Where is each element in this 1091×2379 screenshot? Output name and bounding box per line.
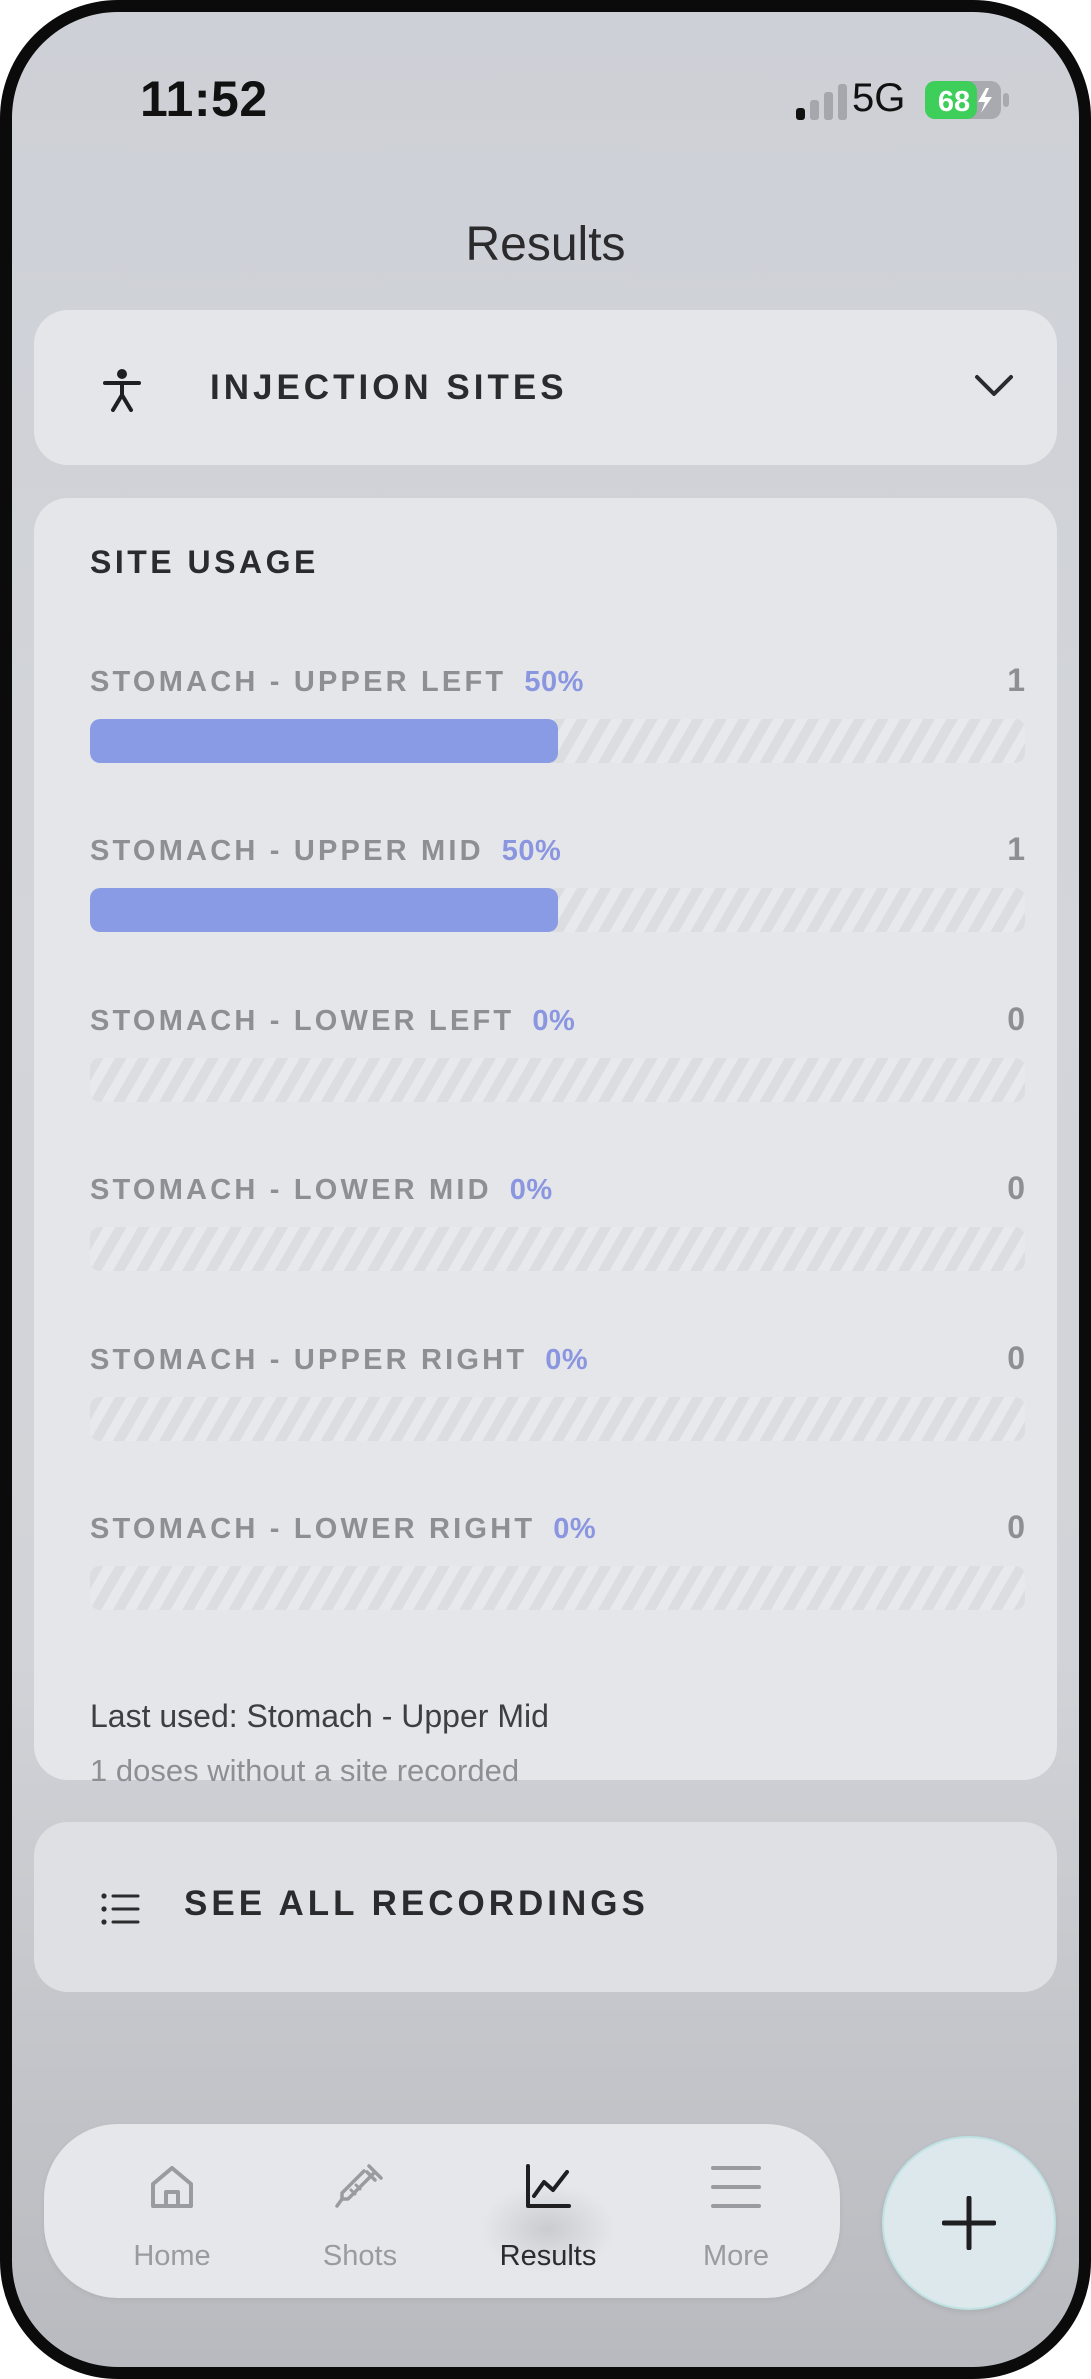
- site-usage-bar-fill: [90, 888, 558, 932]
- injection-sites-dropdown[interactable]: INJECTION SITES: [34, 310, 1057, 465]
- site-usage-bar: [90, 719, 1025, 763]
- tab-shots[interactable]: Shots: [270, 2124, 450, 2298]
- site-count: 0: [1007, 1340, 1025, 1376]
- person-icon: [103, 369, 141, 412]
- site-percent: 0%: [545, 1344, 589, 1376]
- site-usage-card: SITE USAGE STOMACH - UPPER LEFT 50% 1 STO…: [34, 498, 1057, 1788]
- site-usage-bar-fill: [90, 719, 558, 763]
- see-all-recordings-label: SEE ALL RECORDINGS: [184, 1884, 649, 1923]
- tab-more[interactable]: More: [646, 2124, 826, 2298]
- site-row: STOMACH - LOWER MID 0% 0: [90, 1170, 1025, 1284]
- site-usage-bar: [90, 888, 1025, 932]
- status-time: 11:52: [140, 71, 268, 127]
- site-percent: 0%: [509, 1174, 553, 1206]
- tab-home-label: Home: [133, 2240, 211, 2272]
- signal-icon: [796, 84, 847, 120]
- site-count: 0: [1007, 1001, 1025, 1037]
- tab-home[interactable]: Home: [82, 2124, 262, 2298]
- chart-icon: [526, 2164, 571, 2208]
- site-row: STOMACH - LOWER RIGHT 0% 0: [90, 1509, 1025, 1623]
- tab-results-label: Results: [499, 2240, 597, 2272]
- site-name: STOMACH - UPPER RIGHT: [90, 1344, 528, 1376]
- plus-icon: [942, 2196, 996, 2250]
- tab-bar: Home Shots Results More: [44, 2124, 840, 2298]
- site-row: STOMACH - UPPER LEFT 50% 1: [90, 662, 1025, 776]
- chevron-down-icon: [975, 375, 1013, 396]
- site-name: STOMACH - UPPER MID: [90, 835, 484, 867]
- syringe-icon: [335, 2164, 383, 2208]
- site-name: STOMACH - LOWER LEFT: [90, 1005, 515, 1037]
- tab-shots-label: Shots: [322, 2240, 398, 2272]
- site-row: STOMACH - UPPER RIGHT 0% 0: [90, 1340, 1025, 1454]
- see-all-recordings-button[interactable]: SEE ALL RECORDINGS: [34, 1822, 1057, 1992]
- menu-icon: [711, 2166, 761, 2208]
- site-usage-bar: [90, 1566, 1025, 1610]
- site-count: 0: [1007, 1170, 1025, 1206]
- status-bar: 11:52 5G 68: [12, 12, 1079, 162]
- site-name: STOMACH - LOWER MID: [90, 1174, 492, 1206]
- injection-sites-label: INJECTION SITES: [210, 368, 568, 407]
- page-title: Results: [465, 218, 626, 271]
- doses-without-site-text: 1 doses without a site recorded: [90, 1753, 520, 1788]
- site-percent: 50%: [501, 835, 562, 867]
- site-count: 1: [1007, 831, 1025, 867]
- add-button[interactable]: [882, 2136, 1056, 2310]
- site-percent: 0%: [553, 1513, 597, 1545]
- site-count: 1: [1007, 662, 1025, 698]
- battery-level: 68: [938, 86, 970, 118]
- site-name: STOMACH - UPPER LEFT: [90, 666, 507, 698]
- site-count: 0: [1007, 1509, 1025, 1545]
- site-percent: 0%: [532, 1005, 576, 1037]
- last-used-text: Last used: Stomach - Upper Mid: [90, 1698, 549, 1734]
- phone-screen: 11:52 5G 68 Results INJECTION SITES SITE: [0, 0, 1091, 2379]
- site-row: STOMACH - LOWER LEFT 0% 0: [90, 1001, 1025, 1115]
- site-name: STOMACH - LOWER RIGHT: [90, 1513, 536, 1545]
- network-label: 5G: [852, 76, 906, 120]
- site-row: STOMACH - UPPER MID 50% 1: [90, 831, 1025, 945]
- tab-results[interactable]: Results: [458, 2124, 638, 2298]
- site-usage-bar: [90, 1227, 1025, 1271]
- site-usage-bar: [90, 1397, 1025, 1441]
- list-icon: [101, 1893, 140, 1925]
- site-usage-title: SITE USAGE: [90, 544, 319, 580]
- home-icon: [151, 2166, 193, 2208]
- site-percent: 50%: [524, 666, 584, 698]
- site-usage-bar: [90, 1058, 1025, 1102]
- tab-more-label: More: [702, 2240, 770, 2272]
- battery-icon: 68: [925, 81, 1009, 119]
